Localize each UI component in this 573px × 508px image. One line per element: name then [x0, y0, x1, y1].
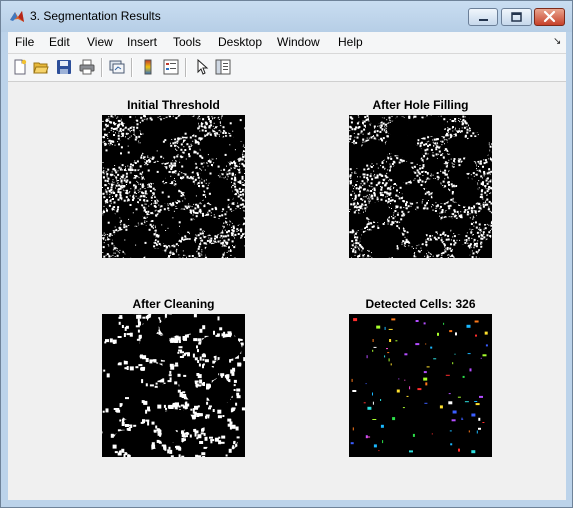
- toolbar-separator: [101, 58, 103, 77]
- legend-icon[interactable]: [163, 59, 179, 75]
- maximize-button[interactable]: [501, 8, 532, 26]
- link-plot-icon[interactable]: [109, 59, 125, 75]
- menu-desktop[interactable]: Desktop: [218, 35, 262, 49]
- axes-title-detected-cells: Detected Cells: 326: [365, 297, 476, 311]
- pointer-icon[interactable]: [194, 58, 210, 75]
- open-file-icon[interactable]: [33, 59, 49, 75]
- window-title: 3. Segmentation Results: [30, 9, 161, 23]
- figure-toolbar: [8, 54, 566, 82]
- close-icon: [543, 10, 556, 23]
- maximize-icon: [511, 12, 522, 22]
- new-figure-icon[interactable]: [12, 59, 28, 75]
- save-icon[interactable]: [56, 59, 72, 75]
- colorbar-icon[interactable]: [140, 59, 156, 75]
- dock-arrow-icon[interactable]: ↘: [553, 36, 561, 47]
- axes-title-after-hole-filling: After Hole Filling: [372, 98, 469, 112]
- toolbar-separator: [131, 58, 133, 77]
- toolbar-separator: [185, 58, 187, 77]
- title-bar[interactable]: 3. Segmentation Results: [1, 1, 572, 32]
- property-editor-icon[interactable]: [215, 59, 231, 75]
- menu-help[interactable]: Help: [338, 35, 363, 49]
- menu-window[interactable]: Window: [277, 35, 320, 49]
- image-initial-threshold[interactable]: [102, 115, 245, 258]
- minimize-button[interactable]: [468, 8, 498, 26]
- figure-canvas: Initial Threshold After Hole Filling Aft…: [8, 82, 566, 500]
- image-after-cleaning[interactable]: [102, 314, 245, 457]
- menu-view[interactable]: View: [87, 35, 113, 49]
- close-button[interactable]: [534, 8, 565, 26]
- figure-window: 3. Segmentation Results File Edit View I…: [0, 0, 573, 508]
- image-after-hole-filling[interactable]: [349, 115, 492, 258]
- minimize-icon: [479, 19, 488, 21]
- matlab-icon: [9, 9, 25, 25]
- axes-title-initial-threshold: Initial Threshold: [127, 98, 220, 112]
- menu-file[interactable]: File: [15, 35, 34, 49]
- menu-tools[interactable]: Tools: [173, 35, 201, 49]
- image-detected-cells[interactable]: [349, 314, 492, 457]
- print-icon[interactable]: [79, 59, 95, 75]
- menu-bar: File Edit View Insert Tools Desktop Wind…: [8, 32, 566, 54]
- menu-edit[interactable]: Edit: [49, 35, 70, 49]
- menu-insert[interactable]: Insert: [127, 35, 157, 49]
- axes-title-after-cleaning: After Cleaning: [132, 297, 215, 311]
